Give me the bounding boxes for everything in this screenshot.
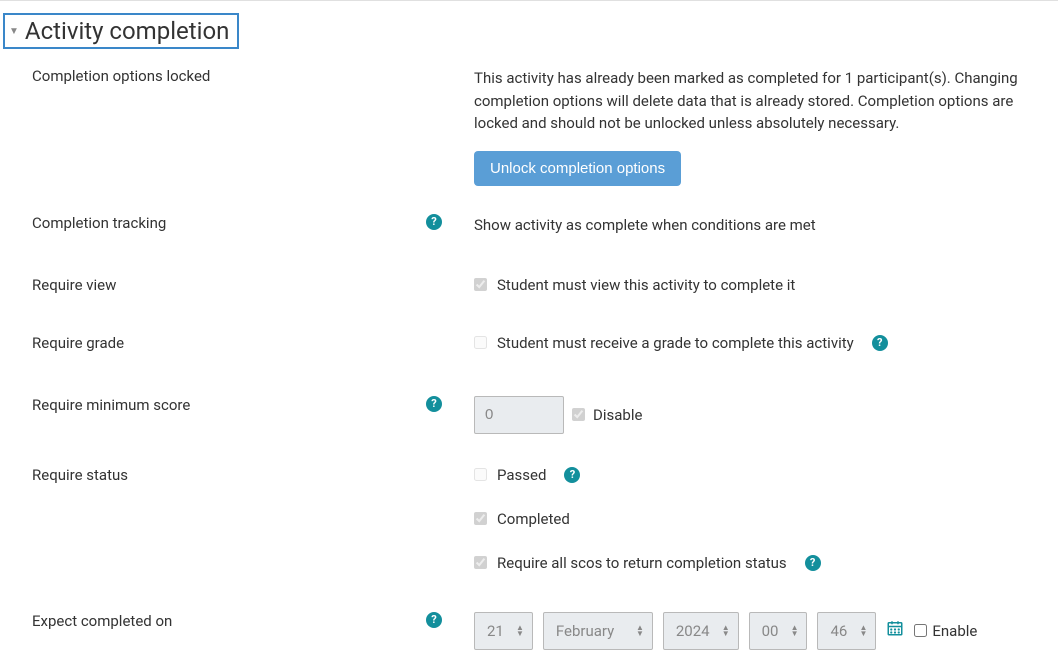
require-all-label: Require all scos to return completion st… — [497, 554, 787, 572]
expect-completed-label: Expect completed on — [32, 612, 426, 630]
enable-date-label: Enable — [932, 622, 977, 640]
minute-select[interactable]: 46 ▲▼ — [817, 612, 876, 650]
completion-tracking-label: Completion tracking — [32, 214, 426, 232]
require-grade-label: Require grade — [32, 334, 450, 352]
completed-label: Completed — [497, 510, 570, 528]
require-status-label: Require status — [32, 466, 450, 484]
passed-label: Passed — [497, 466, 546, 484]
select-arrows-icon: ▲▼ — [636, 625, 644, 637]
year-select[interactable]: 2024 ▲▼ — [663, 612, 739, 650]
section-title: Activity completion — [25, 17, 230, 45]
require-view-label: Require view — [32, 276, 450, 294]
help-icon[interactable]: ? — [426, 612, 442, 628]
help-icon[interactable]: ? — [805, 555, 821, 571]
select-arrows-icon: ▲▼ — [722, 625, 730, 637]
require-view-text: Student must view this activity to compl… — [497, 276, 795, 294]
day-select[interactable]: 21 ▲▼ — [474, 612, 533, 650]
caret-down-icon: ▼ — [9, 26, 19, 37]
min-score-input — [474, 396, 564, 434]
section-header-activity-completion[interactable]: ▼ Activity completion — [3, 13, 239, 49]
help-icon[interactable]: ? — [426, 396, 442, 412]
completion-locked-message: This activity has already been marked as… — [474, 67, 1058, 135]
completed-checkbox — [474, 512, 487, 525]
help-icon[interactable]: ? — [872, 335, 888, 351]
help-icon[interactable]: ? — [564, 467, 580, 483]
completion-locked-label: Completion options locked — [32, 67, 450, 85]
completion-tracking-value: Show activity as complete when condition… — [474, 216, 816, 234]
min-score-disable-checkbox — [572, 408, 585, 421]
help-icon[interactable]: ? — [426, 214, 442, 230]
require-all-checkbox — [474, 556, 487, 569]
require-grade-text: Student must receive a grade to complete… — [497, 334, 854, 352]
passed-checkbox — [474, 468, 487, 481]
require-grade-checkbox — [474, 336, 487, 349]
unlock-button[interactable]: Unlock completion options — [474, 151, 681, 186]
require-min-score-label: Require minimum score — [32, 396, 426, 414]
select-arrows-icon: ▲▼ — [516, 625, 524, 637]
hour-select[interactable]: 00 ▲▼ — [749, 612, 808, 650]
calendar-icon[interactable] — [886, 619, 904, 642]
select-arrows-icon: ▲▼ — [791, 625, 799, 637]
enable-date-checkbox[interactable] — [914, 624, 927, 637]
month-select[interactable]: February ▲▼ — [543, 612, 653, 650]
select-arrows-icon: ▲▼ — [859, 625, 867, 637]
min-score-disable-label: Disable — [593, 406, 642, 424]
require-view-checkbox — [474, 278, 487, 291]
